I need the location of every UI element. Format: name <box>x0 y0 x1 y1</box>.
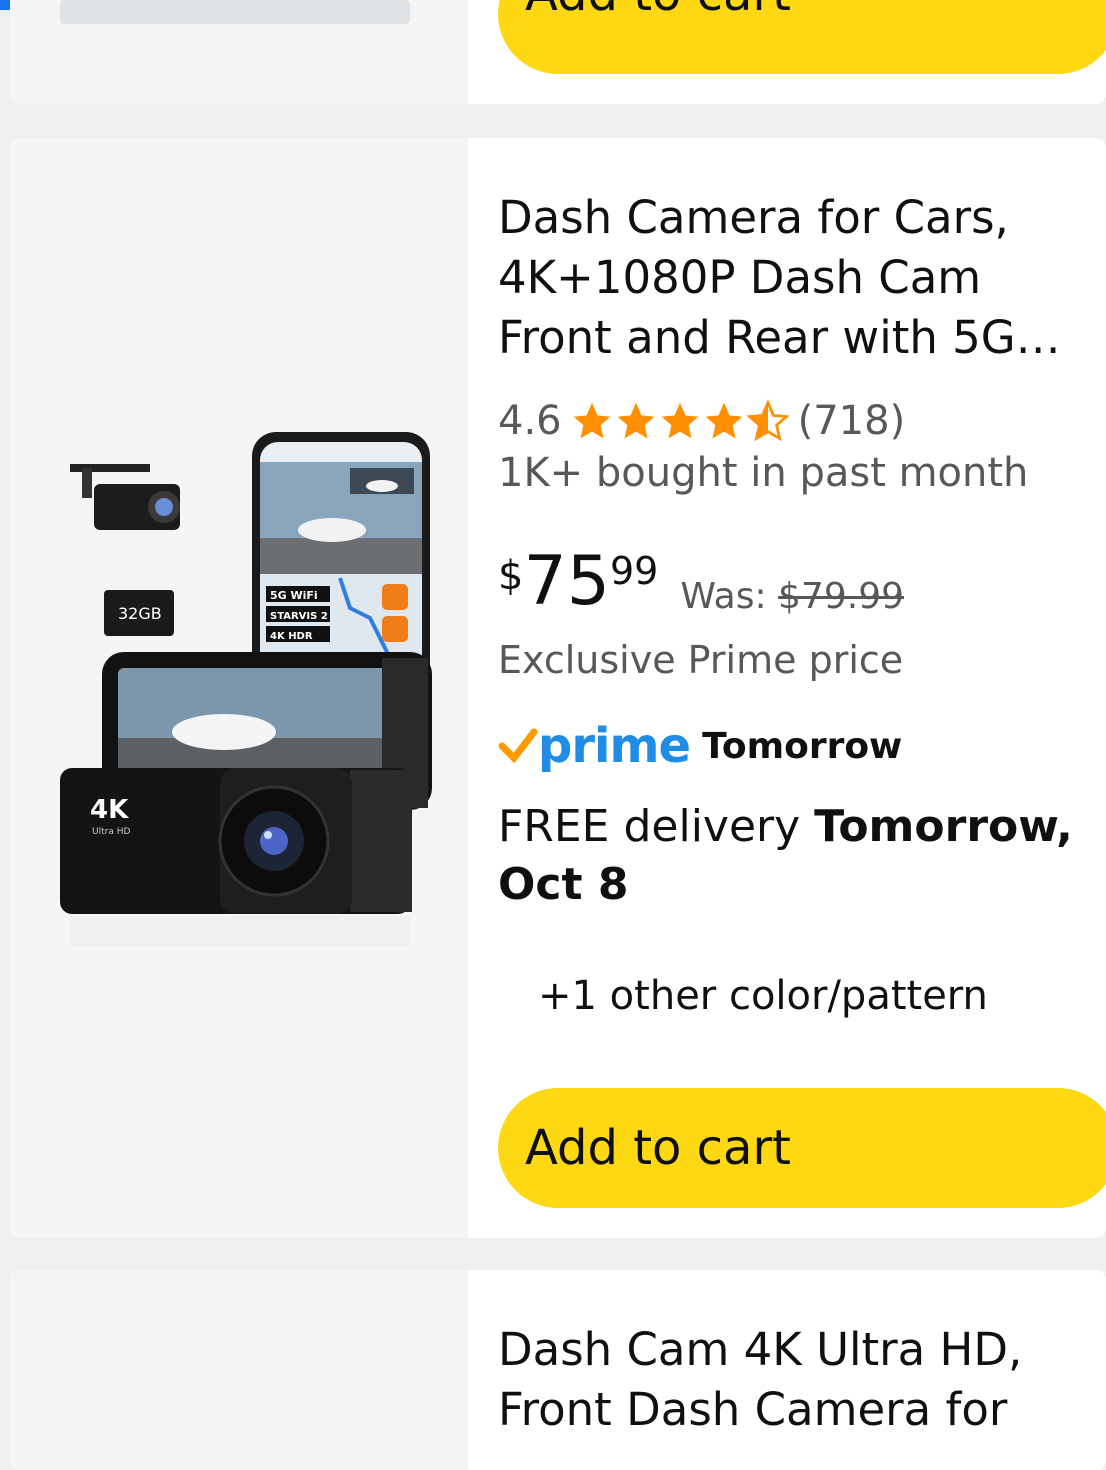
product-image-next[interactable] <box>10 1270 468 1470</box>
delivery-info: FREE delivery Tomorrow, Oct 8 <box>498 801 1073 910</box>
product-card-next[interactable]: Dash Cam 4K Ultra HD, Front Dash Camera … <box>10 1270 1106 1470</box>
bought-count: 1K+ bought in past month <box>498 450 1029 496</box>
prime-check-icon <box>498 728 538 764</box>
svg-text:STARVIS 2: STARVIS 2 <box>270 611 328 622</box>
product-title[interactable]: Dash Camera for Cars, 4K+1080P Dash Cam … <box>498 188 1106 368</box>
dash-cam-body-icon: 4K Ultra HD <box>60 768 412 914</box>
product-card[interactable]: 32GB 5G WiFi STARVIS 2 4K HDR 4K Ultra H… <box>10 138 1106 1238</box>
price: $ 75 99 Was: $79.99 <box>498 542 905 621</box>
price-fraction: 99 <box>609 549 659 593</box>
prime-badge: prime Tomorrow <box>498 718 902 774</box>
was-price: Was: $79.99 <box>680 576 905 617</box>
svg-text:32GB: 32GB <box>118 604 162 623</box>
svg-text:4K HDR: 4K HDR <box>270 631 313 642</box>
star-full-icon <box>705 402 742 439</box>
sd-card-icon: 32GB <box>104 590 174 636</box>
product-card-previous[interactable]: Add to cart <box>10 0 1106 104</box>
prime-logo: prime <box>538 718 691 774</box>
other-colors-link[interactable]: +1 other color/pattern <box>538 973 988 1019</box>
reflection <box>70 916 410 946</box>
price-currency: $ <box>498 553 524 599</box>
svg-text:5G WiFi: 5G WiFi <box>270 589 318 602</box>
add-to-cart-button[interactable]: Add to cart <box>498 1088 1106 1208</box>
product-image[interactable]: 32GB 5G WiFi STARVIS 2 4K HDR 4K Ultra H… <box>10 138 468 1238</box>
star-full-icon <box>661 402 698 439</box>
star-full-icon <box>573 402 610 439</box>
svg-text:Ultra HD: Ultra HD <box>92 827 130 837</box>
dash-cam-product-photo: 32GB 5G WiFi STARVIS 2 4K HDR 4K Ultra H… <box>60 432 432 946</box>
rear-camera-icon <box>70 464 180 530</box>
price-whole: 75 <box>523 542 610 621</box>
product-image-previous[interactable] <box>10 0 468 104</box>
prime-delivery-day: Tomorrow <box>702 725 903 767</box>
star-half-icon <box>745 399 790 442</box>
rating-row[interactable]: 4.6 (718) <box>498 398 905 444</box>
add-to-cart-button[interactable]: Add to cart <box>498 0 1106 74</box>
product-info: Dash Camera for Cars, 4K+1080P Dash Cam … <box>468 138 1106 1238</box>
star-rating <box>570 399 790 443</box>
star-full-icon <box>617 402 654 439</box>
image-edge <box>60 0 410 24</box>
exclusive-price-label: Exclusive Prime price <box>498 638 904 682</box>
rating-value: 4.6 <box>498 398 562 444</box>
review-count[interactable]: (718) <box>798 398 906 444</box>
product-title-next[interactable]: Dash Cam 4K Ultra HD, Front Dash Camera … <box>498 1320 1106 1440</box>
svg-text:4K: 4K <box>90 795 129 825</box>
